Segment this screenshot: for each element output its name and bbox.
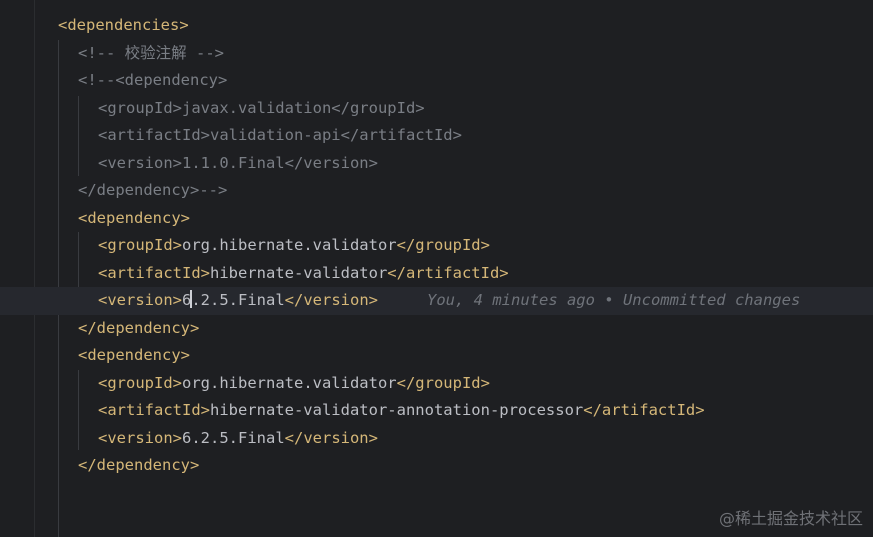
xml-open-tag: <groupId> [98, 373, 182, 392]
xml-open-tag: <artifactId> [98, 263, 210, 282]
code-line[interactable]: <version>6.2.5.Final</version> [0, 425, 873, 453]
xml-tag: <dependencies> [58, 16, 189, 34]
code-line[interactable]: <dependencies> [0, 12, 873, 40]
code-line[interactable]: <artifactId>hibernate-validator-annotati… [0, 397, 873, 425]
code-line[interactable]: <!-- 校验注解 --> [0, 40, 873, 68]
code-line[interactable]: <groupId>org.hibernate.validator</groupI… [0, 370, 873, 398]
xml-value: .2.5.Final [191, 291, 285, 309]
xml-value: org.hibernate.validator [182, 373, 397, 392]
xml-comment: </dependency>--> [78, 181, 228, 199]
xml-open-tag: <groupId> [98, 236, 182, 254]
code-line[interactable]: <dependency> [0, 342, 873, 370]
xml-close-tag: </groupId> [396, 373, 490, 392]
xml-close-tag: </artifactId> [387, 263, 509, 282]
code-line[interactable]: <version>1.1.0.Final</version> [0, 150, 873, 178]
xml-tag: <dependency> [78, 208, 190, 227]
xml-open-tag: <version> [98, 428, 182, 447]
code-line[interactable]: <version>6.2.5.Final</version> You, 4 min… [0, 287, 873, 315]
code-line[interactable]: <!--<dependency> [0, 67, 873, 95]
xml-value: hibernate-validator [209, 263, 388, 282]
code-line[interactable]: </dependency>--> [0, 177, 873, 205]
xml-tag: <dependency> [78, 346, 190, 364]
code-line[interactable]: <groupId>org.hibernate.validator</groupI… [0, 232, 873, 260]
xml-close-tag: </groupId> [396, 236, 490, 254]
xml-comment: <artifactId>validation-api</artifactId> [98, 126, 462, 144]
code-line[interactable]: </dependency> [0, 452, 873, 480]
xml-value: 6.2.5.Final [182, 428, 285, 447]
code-line[interactable]: <dependency> [0, 205, 873, 233]
xml-value: hibernate-validator-annotation-processor [209, 401, 584, 419]
code-line[interactable]: <groupId>javax.validation</groupId> [0, 95, 873, 123]
xml-close-tag: </artifactId> [583, 401, 705, 419]
watermark: @稀土掘金技术社区 [718, 509, 863, 528]
code-line[interactable]: <artifactId>hibernate-validator</artifac… [0, 260, 873, 288]
code-line[interactable]: </dependency> [0, 315, 873, 343]
xml-tag: </dependency> [78, 318, 200, 337]
xml-close-tag: </version> [284, 428, 378, 447]
code-editor[interactable]: <dependencies> <!-- 校验注解 --> <!--<dependen… [0, 0, 873, 537]
xml-value: org.hibernate.validator [182, 236, 397, 254]
xml-tag: </dependency> [78, 456, 200, 474]
code-line[interactable]: <artifactId>validation-api</artifactId> [0, 122, 873, 150]
xml-comment: <!-- 校验注解 --> [78, 43, 224, 62]
git-blame-annotation: You, 4 minutes ago • Uncommitted changes [427, 291, 801, 309]
xml-close-tag: </version> [284, 291, 378, 309]
xml-open-tag: <artifactId> [98, 401, 210, 419]
xml-comment: <groupId>javax.validation</groupId> [98, 98, 425, 117]
xml-open-tag: <version> [98, 291, 182, 309]
xml-comment: <!--<dependency> [78, 71, 228, 89]
xml-comment: <version>1.1.0.Final</version> [98, 153, 378, 172]
